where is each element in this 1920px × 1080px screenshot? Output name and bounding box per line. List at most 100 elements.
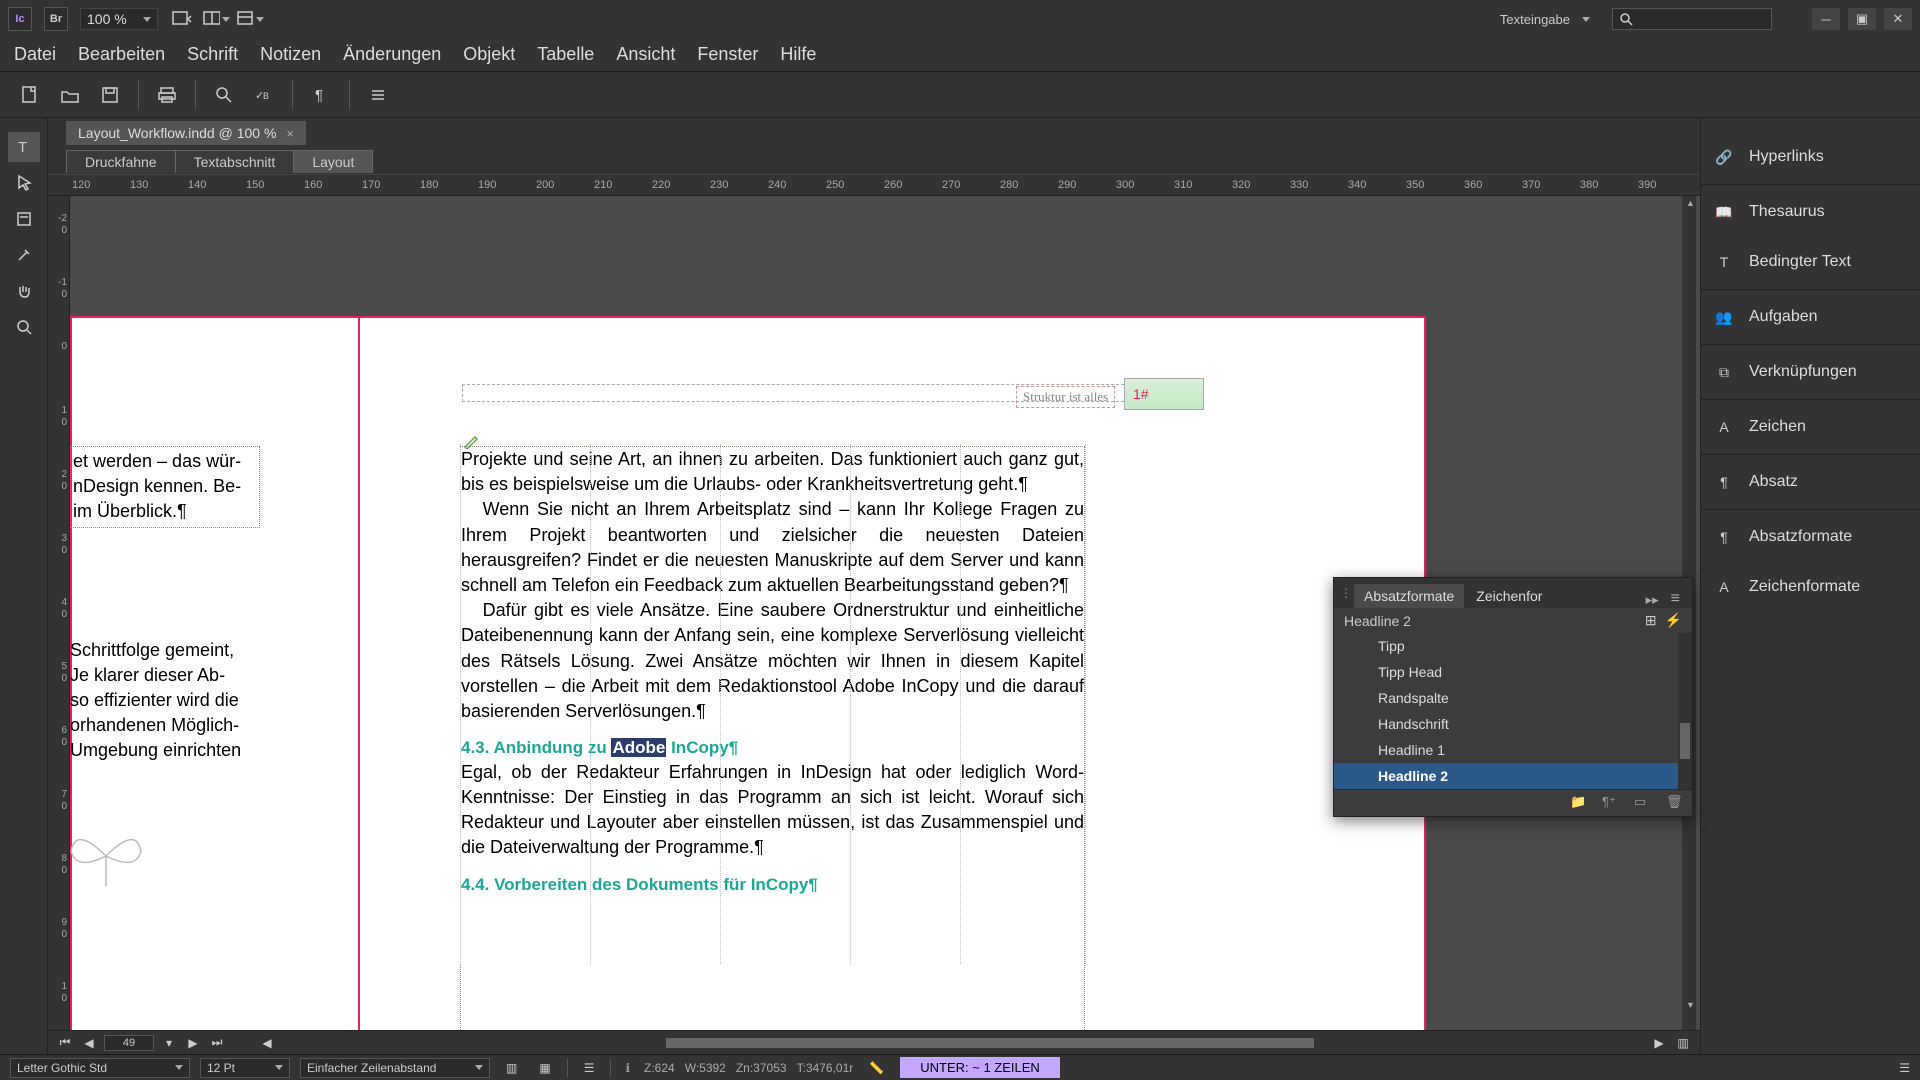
leading-combo[interactable]: Einfacher Zeilenabstand [300,1058,490,1078]
new-icon[interactable]: ▭ [1634,794,1652,812]
maximize-button[interactable]: ▣ [1848,8,1876,30]
panel-absatzformate[interactable]: ¶Absatzformate [1701,512,1920,562]
show-hidden-icon[interactable]: ¶ [301,77,341,113]
panel-grip-icon[interactable]: ⋮⋮ [1340,586,1354,600]
close-icon[interactable]: × [286,126,294,141]
collapse-icon[interactable]: ▸▸ [1640,592,1665,608]
page-number-input[interactable] [104,1035,154,1051]
spellcheck-icon[interactable]: ✓B [244,77,284,113]
arrange-icon[interactable] [202,5,230,33]
panel-verknuepfungen[interactable]: ⧉Verknüpfungen [1701,347,1920,397]
menu-fenster[interactable]: Fenster [697,44,758,65]
minimize-button[interactable]: ─ [1812,8,1840,30]
menu-ansicht[interactable]: Ansicht [616,44,675,65]
toolbar-menu-icon[interactable] [358,77,398,113]
panel-aufgaben[interactable]: 👥Aufgaben [1701,292,1920,342]
panel-zeichenformate[interactable]: AZeichenformate [1701,562,1920,612]
title-bar: Ic Br 100 % Texteingabe ─ ▣ ✕ [0,0,1920,38]
direct-select-tool[interactable] [8,168,40,198]
ruler-icon[interactable]: 📏 [863,1061,890,1075]
screen-mode-icon[interactable] [168,5,196,33]
scrollbar-horizontal[interactable] [288,1036,1638,1050]
page-dropdown[interactable]: ▾ [160,1036,178,1050]
absatzformate-panel[interactable]: ⋮⋮ Absatzformate Zeichenfor ▸▸ ≡ Headlin… [1333,577,1693,817]
scroll-right-button[interactable]: ▶ [1650,1036,1668,1050]
folder-icon[interactable]: 📁 [1570,794,1588,812]
tab-zeichenformate[interactable]: Zeichenfor [1466,584,1552,608]
view-tab-layout[interactable]: Layout [293,150,373,173]
first-page-button[interactable]: ⏮ [56,1035,74,1050]
new-doc-icon[interactable] [10,77,50,113]
list-item[interactable]: Tipp Head [1334,659,1692,685]
save-icon[interactable] [90,77,130,113]
menu-objekt[interactable]: Objekt [463,44,515,65]
info-icon[interactable]: ℹ [621,1061,634,1075]
column-icon[interactable]: ▥ [500,1061,523,1075]
hand-tool[interactable] [8,276,40,306]
pencil-icon [463,433,479,449]
menu-datei[interactable]: Datei [14,44,56,65]
type-tool[interactable]: T [8,132,40,162]
svg-text:T: T [18,139,27,156]
list-item[interactable]: Headline 1 [1334,737,1692,763]
style-list: Tipp Tipp Head Randspalte Handschrift He… [1334,633,1692,789]
status-menu-icon[interactable]: ☰ [1899,1061,1910,1075]
last-page-button[interactable]: ⏭ [208,1035,226,1050]
note-tool[interactable] [8,204,40,234]
trash-icon[interactable]: 🗑 [1666,794,1684,812]
tab-absatzformate[interactable]: Absatzformate [1354,584,1464,608]
panel-absatz[interactable]: ¶Absatz [1701,457,1920,507]
doc-tab-label: Layout_Workflow.indd @ 100 % [78,125,276,141]
size-combo[interactable]: 12 Pt [200,1058,290,1078]
next-page-button[interactable]: ▶ [184,1036,202,1050]
menu-tabelle[interactable]: Tabelle [537,44,594,65]
panel-thesaurus[interactable]: 📖Thesaurus [1701,187,1920,237]
new-style-icon[interactable]: ⊞ [1645,612,1657,629]
body-text: et werden – das wür- nDesign kennen. Be-… [73,449,257,525]
print-icon[interactable] [147,77,187,113]
list-item[interactable]: Tipp [1334,633,1692,659]
list-item[interactable]: Headline 2 [1334,763,1692,789]
scroll-left-button[interactable]: ◀ [258,1036,276,1050]
list-item[interactable]: Randspalte [1334,685,1692,711]
align-left-icon[interactable]: ☰ [578,1061,601,1075]
find-icon[interactable] [204,77,244,113]
zoom-combo[interactable]: 100 % [80,8,158,30]
search-input[interactable] [1612,8,1772,30]
panel-hyperlinks[interactable]: 🔗Hyperlinks [1701,132,1920,182]
menu-notizen[interactable]: Notizen [260,44,321,65]
zoom-tool[interactable] [8,312,40,342]
clear-overrides-icon[interactable]: ¶⁺ [1602,794,1620,812]
workspace-combo[interactable]: Texteingabe [1492,8,1598,31]
assignments-icon: 👥 [1713,306,1735,328]
menu-aenderungen[interactable]: Änderungen [343,44,441,65]
scrollbar-vertical[interactable] [1678,633,1692,789]
menu-bearbeiten[interactable]: Bearbeiten [78,44,165,65]
prev-page-button[interactable]: ◀ [80,1036,98,1050]
chevron-down-icon [1582,17,1590,22]
conditional-text-icon: T [1713,251,1735,273]
view-options-icon[interactable] [236,5,264,33]
menu-schrift[interactable]: Schrift [187,44,238,65]
eyedropper-tool[interactable] [8,240,40,270]
svg-text:¶: ¶ [315,87,323,104]
menu-hilfe[interactable]: Hilfe [780,44,816,65]
bridge-icon[interactable]: Br [44,7,68,31]
panel-bedingter-text[interactable]: TBedingter Text [1701,237,1920,287]
font-combo[interactable]: Letter Gothic Std [10,1058,190,1078]
para-styles-icon: ¶ [1713,526,1735,548]
text-frame-main[interactable]: Projekte und seine Art, an ihnen zu arbe… [460,446,1085,1030]
list-item[interactable]: Handschrift [1334,711,1692,737]
split-view-button[interactable]: ▥ [1674,1036,1692,1050]
close-button[interactable]: ✕ [1884,8,1912,30]
quick-apply-icon[interactable]: ⚡ [1665,612,1682,629]
document-tab[interactable]: Layout_Workflow.indd @ 100 % × [66,121,306,145]
view-tab-druckfahne[interactable]: Druckfahne [66,150,176,173]
panel-menu-icon[interactable]: ≡ [1665,590,1686,608]
chevron-down-icon [143,17,151,22]
view-tab-textabschnitt[interactable]: Textabschnitt [175,150,295,173]
text-wrap-icon[interactable]: ▦ [533,1061,556,1075]
text-frame-left[interactable]: et werden – das wür- nDesign kennen. Be-… [70,446,260,1030]
open-icon[interactable] [50,77,90,113]
panel-zeichen[interactable]: AZeichen [1701,402,1920,452]
